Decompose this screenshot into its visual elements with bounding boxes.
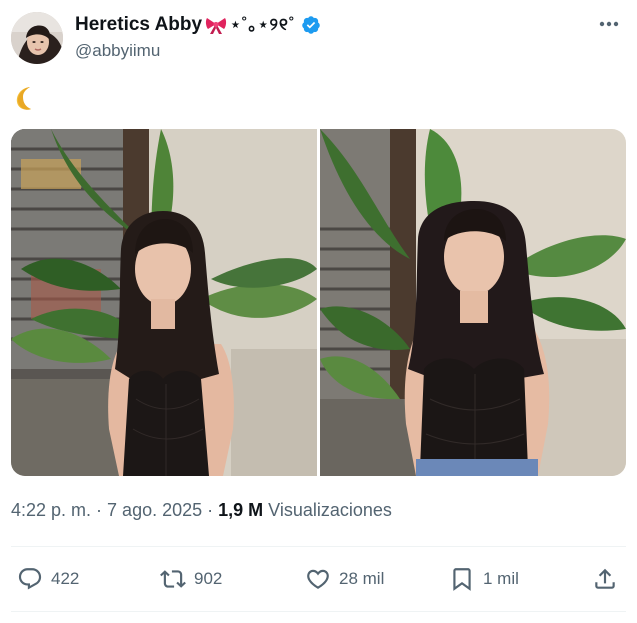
media-photo-2[interactable] — [320, 129, 626, 476]
tweet-meta: 4:22 p. m. · 7 ago. 2025 · 1,9 M Visuali… — [11, 500, 392, 521]
action-bar: 422 902 28 mil 1 mil — [0, 560, 637, 600]
verified-badge-icon[interactable] — [301, 15, 321, 35]
author-handle[interactable]: @abbyiimu — [75, 41, 160, 61]
meta-separator-2: · — [202, 500, 219, 520]
divider-top — [11, 546, 626, 547]
share-icon — [595, 568, 615, 589]
tweet-date[interactable]: 7 ago. 2025 — [107, 500, 202, 520]
views-label: Visualizaciones — [263, 500, 392, 520]
reply-icon — [18, 568, 42, 590]
reply-button[interactable]: 422 — [17, 566, 79, 592]
bookmark-button[interactable]: 1 mil — [449, 566, 519, 592]
name-decoration: ⋆˚｡⋆୨୧˚ — [230, 15, 296, 34]
like-count: 28 mil — [339, 569, 385, 588]
bookmark-icon — [453, 568, 471, 591]
meta-separator: · — [91, 500, 108, 520]
share-button[interactable] — [592, 566, 618, 592]
media-photo-1[interactable] — [11, 129, 317, 476]
retweet-icon — [160, 570, 186, 588]
ribbon-bow-icon — [205, 15, 227, 35]
views-count: 1,9 M — [218, 500, 264, 520]
retweet-count: 902 — [194, 569, 223, 588]
tweet-time[interactable]: 4:22 p. m. — [11, 500, 91, 520]
more-dots-icon — [599, 21, 619, 27]
avatar[interactable] — [11, 12, 63, 64]
crescent-moon-icon — [12, 84, 38, 112]
divider-bottom — [11, 611, 626, 612]
retweet-button[interactable]: 902 — [160, 566, 222, 592]
more-options-button[interactable] — [595, 14, 623, 34]
author-name-row[interactable]: Heretics Abby ⋆˚｡⋆୨୧˚ — [75, 13, 321, 37]
avatar-photo — [11, 12, 63, 64]
like-button[interactable]: 28 mil — [305, 566, 384, 592]
bookmark-count: 1 mil — [483, 569, 519, 588]
media-grid[interactable] — [11, 129, 626, 476]
heart-icon — [307, 569, 329, 589]
display-name[interactable]: Heretics Abby — [75, 13, 202, 37]
reply-count: 422 — [51, 569, 80, 588]
